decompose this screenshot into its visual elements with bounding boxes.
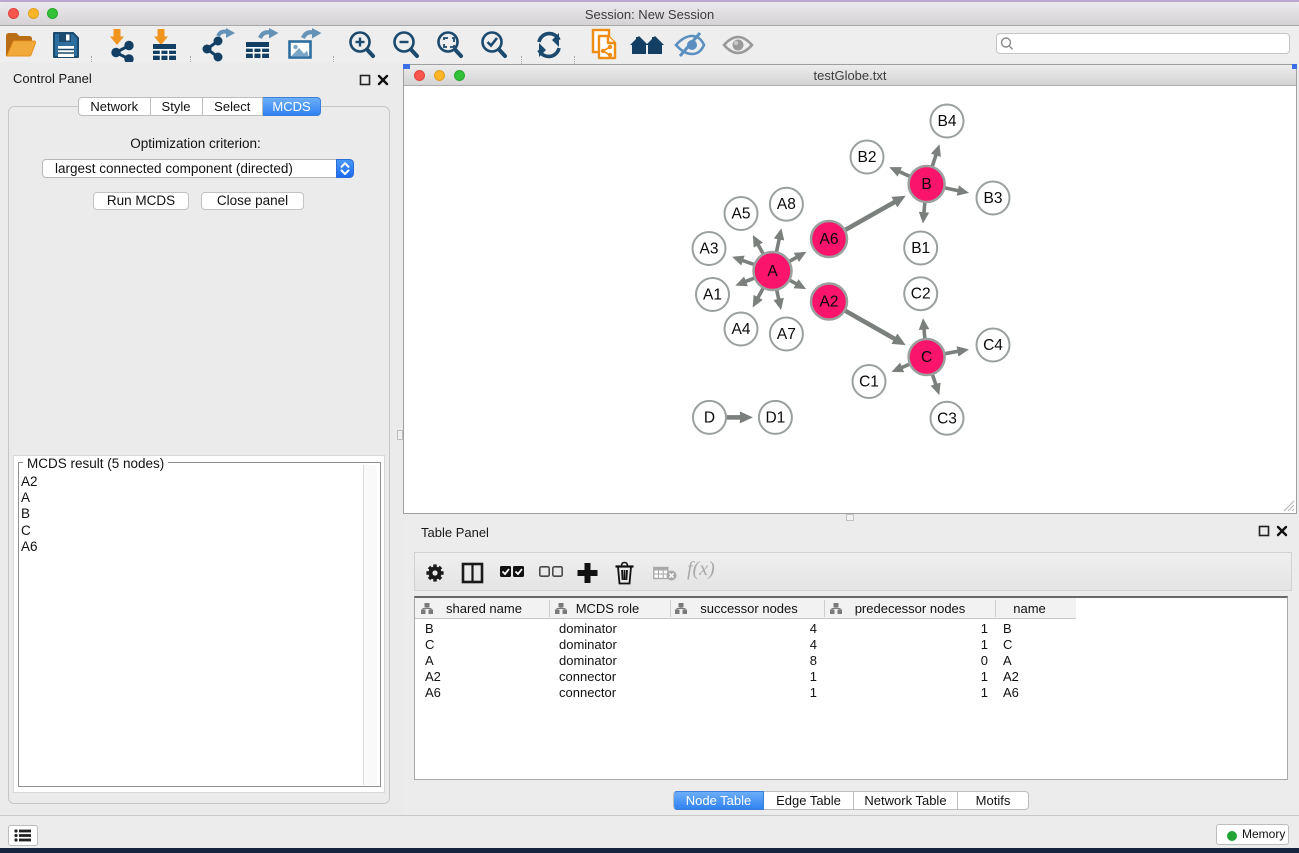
svg-text:B1: B1: [911, 240, 930, 257]
svg-text:A6: A6: [820, 231, 839, 248]
svg-text:A4: A4: [732, 321, 751, 338]
svg-text:C1: C1: [859, 374, 879, 391]
svg-text:B3: B3: [984, 190, 1003, 207]
svg-text:A1: A1: [703, 287, 722, 304]
svg-text:A8: A8: [777, 196, 796, 213]
svg-text:A3: A3: [700, 241, 719, 258]
svg-text:B2: B2: [858, 149, 877, 166]
svg-text:A2: A2: [820, 294, 839, 311]
svg-text:B4: B4: [938, 113, 957, 130]
svg-text:C2: C2: [911, 286, 931, 303]
svg-text:A: A: [767, 263, 778, 280]
svg-text:D1: D1: [765, 409, 785, 426]
svg-text:C: C: [921, 349, 932, 366]
svg-text:C3: C3: [937, 410, 957, 427]
svg-text:A7: A7: [777, 326, 796, 343]
svg-text:B: B: [921, 176, 931, 193]
svg-text:A5: A5: [732, 206, 751, 223]
svg-text:C4: C4: [983, 337, 1003, 354]
svg-text:D: D: [704, 409, 715, 426]
